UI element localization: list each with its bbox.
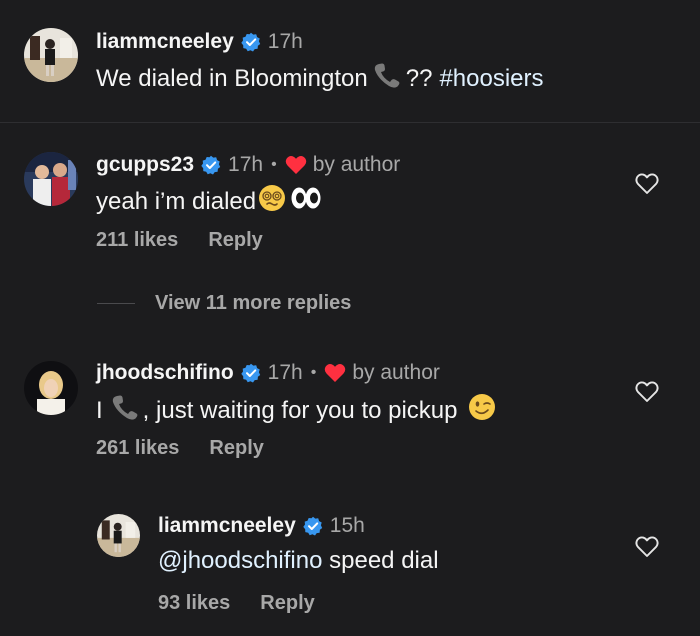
liked-by-author-label: by author [352, 361, 440, 384]
heart-outline-icon[interactable] [635, 536, 659, 558]
username[interactable]: liammcneeley [96, 30, 234, 54]
post-caption: liammcneeley 17h We dialed in Bloomingto… [0, 0, 700, 123]
avatar[interactable] [24, 361, 78, 415]
username[interactable]: gcupps23 [96, 153, 194, 177]
telephone-receiver-icon [371, 62, 405, 95]
caption-text-start: We dialed in Bloomington [96, 64, 368, 92]
verified-badge-icon [240, 363, 261, 383]
heart-filled-icon [285, 155, 307, 175]
face-with-spiral-eyes-icon [258, 184, 286, 219]
comment-body-end: , just waiting for you to pickup [142, 396, 458, 424]
comment-text: I , just waiting for you to pickup [96, 393, 496, 428]
hashtag-link[interactable]: #hoosiers [439, 65, 543, 93]
reply-button[interactable]: Reply [260, 592, 314, 615]
reply-body: speed dial [322, 547, 439, 574]
avatar[interactable] [97, 514, 140, 557]
liked-by-author-label: by author [312, 153, 401, 176]
separator-dot: • [310, 364, 317, 381]
heart-filled-icon [324, 363, 346, 383]
timestamp: 15h [329, 514, 365, 537]
telephone-receiver-icon [109, 394, 143, 427]
comment-meta: gcupps23 17h • by author [96, 153, 400, 177]
heart-outline-icon[interactable] [635, 173, 659, 195]
avatar[interactable] [24, 28, 78, 82]
avatar[interactable] [24, 152, 78, 206]
caption-text-end: ?? [405, 64, 433, 92]
winking-face-icon [468, 393, 496, 428]
caption-text: We dialed in Bloomington ?? #hoosiers [96, 62, 544, 95]
timestamp: 17h [267, 30, 303, 53]
timestamp: 17h [267, 361, 303, 384]
reply-button[interactable]: Reply [208, 229, 262, 252]
comment-body-start: I [96, 396, 103, 424]
comment-meta: jhoodschifino 17h • by author [96, 361, 440, 385]
view-replies-label: View 11 more replies [155, 292, 352, 314]
likes-count[interactable]: 211 likes [96, 229, 178, 252]
likes-count[interactable]: 261 likes [96, 437, 179, 460]
reply-text: @jhoodschifino speed dial [158, 547, 439, 575]
reply-meta: liammcneeley 15h [158, 514, 365, 538]
comment-actions: 211 likes Reply [96, 229, 263, 252]
separator-dot: • [271, 156, 277, 173]
verified-badge-icon [303, 516, 323, 536]
username[interactable]: jhoodschifino [96, 361, 234, 385]
timestamp: 17h [228, 153, 264, 176]
username[interactable]: liammcneeley [158, 514, 296, 538]
verified-badge-icon [241, 32, 261, 52]
view-more-replies-button[interactable]: View 11 more replies [97, 292, 351, 315]
heart-outline-icon[interactable] [635, 381, 659, 403]
comment-text: yeah i’m dialed [96, 184, 322, 219]
comment-actions: 261 likes Reply [96, 437, 264, 460]
reply-button[interactable]: Reply [209, 437, 263, 460]
reply-actions: 93 likes Reply [158, 592, 315, 615]
eyes-icon [290, 186, 322, 217]
comment-body: yeah i’m dialed [96, 187, 257, 215]
comments-screen: liammcneeley 17h We dialed in Bloomingto… [0, 0, 700, 636]
likes-count[interactable]: 93 likes [158, 592, 230, 615]
replies-divider [97, 303, 135, 304]
caption-meta: liammcneeley 17h [96, 30, 303, 54]
mention-link[interactable]: @jhoodschifino [158, 547, 322, 575]
verified-badge-icon [201, 155, 221, 175]
